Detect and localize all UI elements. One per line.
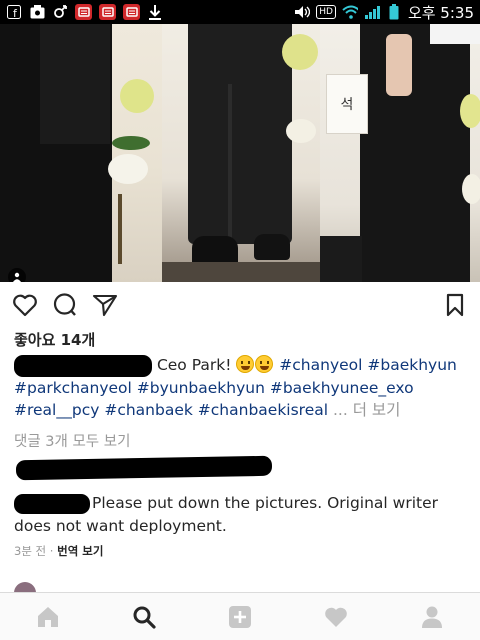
- svg-text:f: f: [13, 7, 18, 19]
- profile-icon[interactable]: [412, 597, 452, 637]
- comment-line-1: Please put down the pictures. Original w…: [14, 492, 470, 515]
- comment-1: [14, 455, 474, 481]
- download-icon: [147, 4, 163, 20]
- redacted-username: [14, 493, 90, 514]
- gender-icon: [52, 4, 68, 20]
- post-meta: 3분 전 · 번역 보기: [14, 543, 103, 559]
- hd-icon: HD: [316, 5, 336, 19]
- status-bar: f HD 오후 5:35: [0, 0, 480, 24]
- add-post-icon[interactable]: [220, 597, 260, 637]
- notification-icon: [75, 4, 92, 20]
- caption-text: Ceo Park!: [156, 356, 232, 374]
- comment-line-2: does not want deployment.: [14, 515, 470, 538]
- meta-separator: ·: [46, 544, 58, 558]
- photo-panel-right: [320, 24, 480, 282]
- notification-icon: [99, 4, 116, 20]
- name-placard: 석: [326, 74, 368, 134]
- activity-icon[interactable]: [316, 597, 356, 637]
- post-caption: Ceo Park! #chanyeol #baekhyun #parkchany…: [14, 354, 470, 422]
- search-icon[interactable]: [124, 597, 164, 637]
- comment-text: does not want deployment.: [14, 516, 227, 535]
- caption-line-2: #parkchanyeol #byunbaekhyun #baekhyunee_…: [14, 377, 470, 400]
- share-icon[interactable]: [92, 292, 118, 318]
- signal-icon: [364, 4, 380, 20]
- battery-icon: [386, 4, 402, 20]
- like-icon[interactable]: [12, 292, 38, 318]
- home-icon[interactable]: [28, 597, 68, 637]
- caption-line-3: #real__pcy #chanbaek #chanbaekisreal ...…: [14, 399, 470, 422]
- facebook-icon: f: [6, 4, 22, 20]
- smiling-emoji-icon: [255, 355, 274, 373]
- redacted-comment: [15, 455, 273, 481]
- post-actions: [0, 290, 480, 320]
- redacted-username: [14, 354, 152, 377]
- hashtag-link[interactable]: #chanbaek: [104, 401, 193, 419]
- more-link[interactable]: ... 더 보기: [333, 401, 400, 419]
- post-time: 3분 전: [14, 544, 47, 558]
- volume-icon: [294, 4, 311, 20]
- hashtag-link[interactable]: #byunbaekhyun: [137, 379, 265, 397]
- comment-icon[interactable]: [52, 292, 78, 318]
- notification-icon: [123, 4, 140, 20]
- bookmark-icon[interactable]: [442, 292, 468, 318]
- like-count[interactable]: 좋아요 14개: [14, 329, 95, 350]
- view-all-comments-link[interactable]: 댓글 3개 모두 보기: [14, 430, 130, 451]
- clock: 오후 5:35: [407, 3, 474, 22]
- translate-link[interactable]: 번역 보기: [57, 544, 103, 558]
- hashtag-link[interactable]: #chanbaekisreal: [198, 401, 328, 419]
- hashtag-link[interactable]: #baekhyun: [367, 356, 456, 374]
- post-photo[interactable]: 석: [0, 24, 480, 282]
- caption-line-1: Ceo Park! #chanyeol #baekhyun: [14, 354, 470, 377]
- hashtag-link[interactable]: #parkchanyeol: [14, 379, 132, 397]
- hashtag-link[interactable]: #chanyeol: [279, 356, 362, 374]
- hashtag-link[interactable]: #baekhyunee_exo: [270, 379, 414, 397]
- photo-panel-left: [0, 24, 162, 282]
- photo-panel-middle: [162, 24, 320, 282]
- bottom-nav: [0, 592, 480, 640]
- user-tag-icon[interactable]: [8, 268, 26, 282]
- comment-2: Please put down the pictures. Original w…: [14, 492, 470, 537]
- media-icon: [29, 4, 45, 20]
- comment-text: Please put down the pictures. Original w…: [92, 494, 438, 512]
- wifi-icon: [342, 4, 358, 20]
- smiling-emoji-icon: [236, 355, 255, 373]
- hashtag-link[interactable]: #real__pcy: [14, 401, 99, 419]
